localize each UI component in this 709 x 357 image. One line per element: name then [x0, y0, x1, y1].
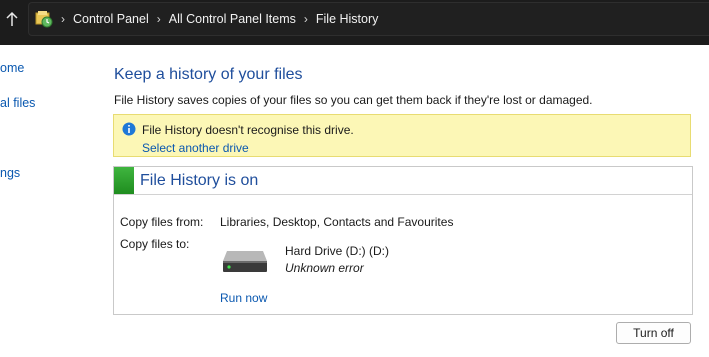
breadcrumb-file-history[interactable]: File History [316, 12, 379, 26]
copy-from-label: Copy files from: [120, 215, 204, 229]
up-button[interactable] [0, 5, 24, 33]
run-now-link[interactable]: Run now [220, 291, 267, 305]
drive-status: Unknown error [285, 261, 364, 275]
status-panel-header: File History is on [114, 167, 692, 195]
page-description: File History saves copies of your files … [114, 93, 593, 107]
arrow-up-icon [6, 11, 18, 26]
turn-off-button[interactable]: Turn off [616, 322, 691, 344]
chevron-right-icon: › [156, 12, 161, 26]
status-panel: File History is on Copy files from: Libr… [113, 166, 693, 315]
control-panel-icon [35, 10, 53, 28]
chevron-right-icon: › [61, 12, 65, 26]
warning-message: File History doesn't recognise this driv… [142, 123, 354, 137]
info-icon [122, 122, 136, 136]
page-title: Keep a history of your files [114, 66, 303, 83]
hard-drive-icon [223, 251, 267, 272]
status-title: File History is on [140, 172, 259, 189]
drive-name: Hard Drive (D:) (D:) [285, 244, 389, 258]
chevron-right-icon: › [303, 12, 308, 26]
copy-from-value: Libraries, Desktop, Contacts and Favouri… [220, 215, 454, 229]
sidebar-item-settings[interactable]: ngs [0, 166, 20, 180]
sidebar-item-restore-files[interactable]: al files [0, 96, 35, 110]
copy-to-label: Copy files to: [120, 237, 190, 251]
title-bar: › Control Panel › All Control Panel Item… [0, 0, 709, 45]
status-indicator [114, 167, 134, 194]
sidebar-item-home[interactable]: ome [0, 61, 24, 75]
select-another-drive-link[interactable]: Select another drive [142, 141, 249, 155]
warning-banner: File History doesn't recognise this driv… [113, 114, 691, 157]
address-bar[interactable]: › Control Panel › All Control Panel Item… [28, 2, 709, 36]
breadcrumb-all-items[interactable]: All Control Panel Items [169, 12, 296, 26]
breadcrumb-control-panel[interactable]: Control Panel [73, 12, 149, 26]
